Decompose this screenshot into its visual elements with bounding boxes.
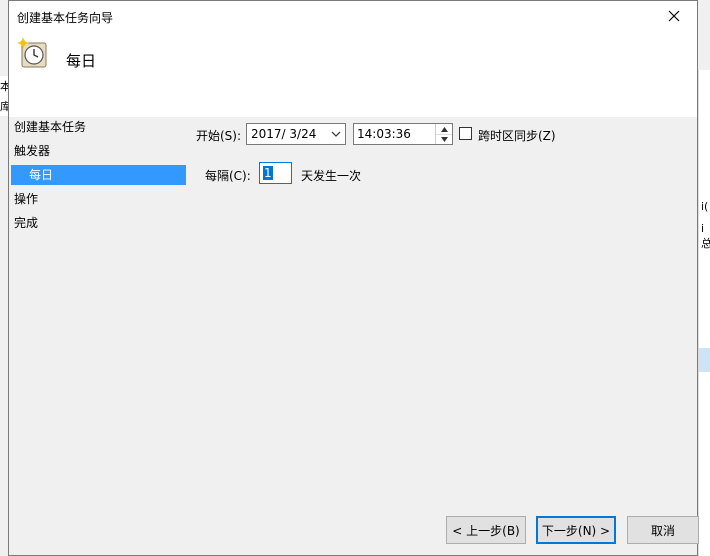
page-title: 每日 xyxy=(66,52,97,70)
interval-input[interactable]: 1 xyxy=(259,162,292,184)
cancel-button[interactable]: 取消 xyxy=(627,516,699,544)
back-button[interactable]: < 上一步(B) xyxy=(446,516,526,544)
interval-suffix: 天发生一次 xyxy=(301,169,362,183)
wizard-dialog: 创建基本任务向导 每日 创建基本任务 触发器 每日 操作 完成 开始(S): 2… xyxy=(8,0,699,556)
close-button[interactable] xyxy=(651,1,697,31)
window-title: 创建基本任务向导 xyxy=(17,11,114,25)
step-finish[interactable]: 完成 xyxy=(14,213,38,233)
background-window-right: i( i总 xyxy=(698,70,710,556)
wizard-header: 每日 xyxy=(9,31,697,117)
clock-calendar-icon xyxy=(17,37,47,68)
close-icon xyxy=(668,10,680,22)
start-time-input[interactable]: 14:03:36 xyxy=(353,123,453,145)
interval-value: 1 xyxy=(263,166,273,180)
spin-down-button[interactable] xyxy=(436,134,452,144)
next-button[interactable]: 下一步(N) > xyxy=(536,516,616,544)
sync-timezone-checkbox[interactable] xyxy=(459,127,472,140)
step-create-basic-task[interactable]: 创建基本任务 xyxy=(14,117,86,137)
step-trigger[interactable]: 触发器 xyxy=(14,141,50,161)
start-time-value: 14:03:36 xyxy=(357,127,411,141)
arrow-up-icon xyxy=(440,126,448,132)
background-selection xyxy=(699,348,710,372)
start-date-value: 2017/ 3/24 xyxy=(251,127,317,141)
background-text: i( xyxy=(701,200,709,213)
start-date-picker[interactable]: 2017/ 3/24 xyxy=(246,123,346,145)
sync-timezone-label[interactable]: 跨时区同步(Z) xyxy=(478,127,556,144)
interval-label: 每隔(C): xyxy=(205,169,251,183)
title-bar: 创建基本任务向导 xyxy=(9,1,697,31)
time-spinner xyxy=(435,124,452,144)
chevron-down-icon xyxy=(331,131,341,137)
step-action[interactable]: 操作 xyxy=(14,189,38,209)
step-daily[interactable]: 每日 xyxy=(11,165,186,185)
start-label: 开始(S): xyxy=(196,129,242,143)
background-text: i总 xyxy=(701,222,710,250)
arrow-down-icon xyxy=(440,136,448,142)
